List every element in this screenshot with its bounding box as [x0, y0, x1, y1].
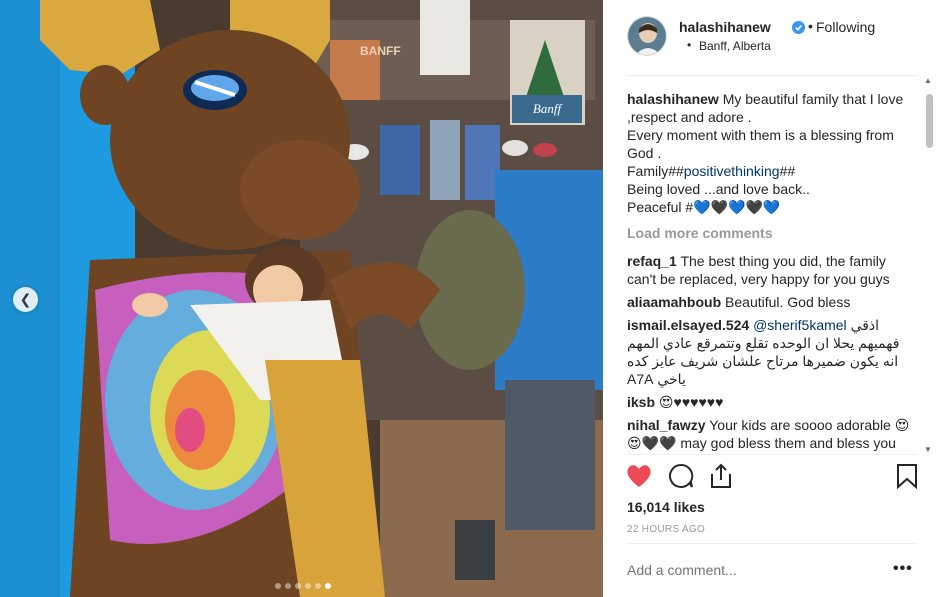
- bookmark-icon[interactable]: [893, 462, 921, 490]
- comment-username[interactable]: aliaamahboub: [627, 294, 721, 310]
- carousel-dot: [285, 583, 291, 589]
- comment-mention[interactable]: @sherif5kamel: [753, 317, 847, 333]
- post-panel: halashihanew • Following • Banff, Albert…: [603, 0, 936, 597]
- photo-illustration: Banff BANFF: [0, 0, 603, 597]
- comment-text: 😍♥♥♥♥♥♥: [658, 394, 724, 410]
- comment: nihal_fawzy Your kids are soooo adorable…: [627, 416, 917, 453]
- caption: halashihanew My beautiful family that I …: [627, 90, 917, 216]
- caption-text-4: ##: [779, 163, 796, 179]
- header-username[interactable]: halashihanew: [679, 19, 771, 35]
- add-comment-input[interactable]: [627, 562, 877, 578]
- chevron-left-icon: ❮: [19, 291, 32, 307]
- separator-dot: •: [808, 18, 813, 34]
- caption-username[interactable]: halashihanew: [627, 91, 719, 107]
- comment-text: Beautiful. God bless: [725, 294, 851, 310]
- comment-username[interactable]: iksb: [627, 394, 655, 410]
- likes-count[interactable]: 16,014 likes: [627, 499, 705, 515]
- action-bar: [623, 462, 923, 494]
- divider: [627, 454, 917, 455]
- comment-icon[interactable]: [667, 462, 695, 490]
- carousel-prev-button[interactable]: ❮: [13, 287, 38, 312]
- location-link[interactable]: Banff, Alberta: [699, 39, 771, 53]
- comments-scrollbar[interactable]: ▲ ▼: [923, 76, 935, 454]
- location-dot: •: [687, 38, 692, 52]
- carousel-dot-active: [325, 583, 331, 589]
- carousel-dot: [295, 583, 301, 589]
- scrollbar-thumb[interactable]: [926, 94, 933, 148]
- hashtag-emoji-link[interactable]: 💙🖤💙🖤💙: [693, 199, 780, 215]
- post-header: halashihanew • Following • Banff, Albert…: [627, 16, 923, 60]
- verified-icon: [792, 21, 805, 34]
- store-sign: BANFF: [360, 44, 401, 58]
- caption-text-3: Family##: [627, 163, 684, 179]
- comment-username[interactable]: ismail.elsayed.524: [627, 317, 749, 333]
- comment: ismail.elsayed.524 @sherif5kamel اذقي فه…: [627, 316, 917, 388]
- carousel-dot: [275, 583, 281, 589]
- poster-text: Banff: [533, 101, 564, 116]
- caption-text-5: Being loved ...and love back..: [627, 181, 810, 197]
- caption-text-2: Every moment with them is a blessing fro…: [627, 127, 894, 161]
- avatar[interactable]: [627, 16, 667, 56]
- post-timestamp[interactable]: 22 HOURS AGO: [627, 524, 705, 535]
- load-more-comments[interactable]: Load more comments: [627, 224, 917, 242]
- more-options-icon[interactable]: •••: [893, 560, 913, 578]
- post-photo[interactable]: Banff BANFF ❮: [0, 0, 603, 597]
- comment: refaq_1 The best thing you did, the fami…: [627, 252, 917, 288]
- scroll-down-icon[interactable]: ▼: [924, 445, 932, 454]
- scroll-up-icon[interactable]: ▲: [924, 76, 932, 85]
- comments-list: halashihanew My beautiful family that I …: [627, 90, 917, 453]
- caption-text-6: Peaceful #: [627, 199, 694, 215]
- comment-username[interactable]: refaq_1: [627, 253, 677, 269]
- comment: iksb 😍♥♥♥♥♥♥: [627, 393, 917, 411]
- hashtag-link[interactable]: positivethinking: [684, 163, 780, 179]
- divider: [627, 543, 917, 544]
- divider: [627, 75, 917, 76]
- carousel-dot: [305, 583, 311, 589]
- carousel-dot: [315, 583, 321, 589]
- comment-username[interactable]: nihal_fawzy: [627, 417, 706, 433]
- heart-icon[interactable]: [625, 462, 653, 490]
- following-button[interactable]: Following: [816, 19, 875, 35]
- share-icon[interactable]: [707, 462, 735, 490]
- comment: aliaamahboub Beautiful. God bless: [627, 293, 917, 311]
- carousel-indicator: [275, 576, 335, 589]
